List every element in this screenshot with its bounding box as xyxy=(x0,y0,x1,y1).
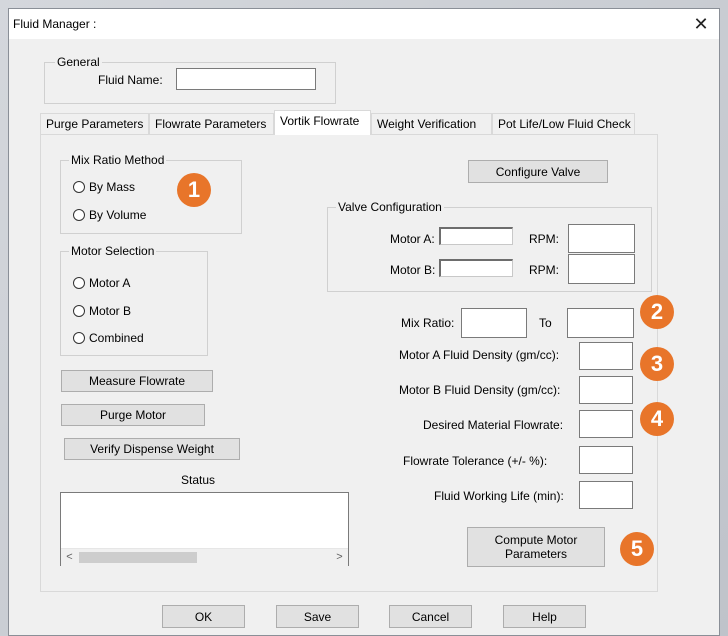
window-title: Fluid Manager : xyxy=(13,17,97,31)
valve-motor-a-field[interactable] xyxy=(439,227,513,245)
flowrate-tolerance-label: Flowrate Tolerance (+/- %): xyxy=(403,454,548,468)
motor-a-density-label: Motor A Fluid Density (gm/cc): xyxy=(399,348,560,362)
scroll-right-icon[interactable]: > xyxy=(331,549,348,566)
rpm-a-field[interactable] xyxy=(568,224,635,253)
close-icon[interactable]: ✕ xyxy=(683,9,719,39)
fluid-name-label: Fluid Name: xyxy=(98,73,163,87)
radio-by-mass-label: By Mass xyxy=(89,180,136,194)
motor-b-density-field[interactable] xyxy=(579,376,633,404)
callout-badge-5: 5 xyxy=(620,532,654,566)
motor-selection-group: Motor Selection Motor A Motor B Combined xyxy=(60,244,208,356)
radio-combined-label: Combined xyxy=(89,331,144,345)
callout-badge-4: 4 xyxy=(640,402,674,436)
tab-weight-verification[interactable]: Weight Verification xyxy=(371,113,492,134)
status-label: Status xyxy=(181,473,216,487)
general-group: General Fluid Name: xyxy=(44,55,336,104)
tab-purge-parameters[interactable]: Purge Parameters xyxy=(40,113,149,134)
radio-motor-b[interactable]: Motor B xyxy=(73,304,131,318)
save-button[interactable]: Save xyxy=(276,605,359,628)
radio-motor-b-label: Motor B xyxy=(89,304,132,318)
radio-motor-a[interactable]: Motor A xyxy=(73,276,130,290)
help-button[interactable]: Help xyxy=(503,605,586,628)
valve-configuration-label: Valve Configuration xyxy=(336,200,444,214)
motor-b-density-label: Motor B Fluid Density (gm/cc): xyxy=(399,383,561,397)
radio-circle[interactable] xyxy=(73,332,85,344)
mix-ratio-from-field[interactable] xyxy=(461,308,527,338)
valve-configuration-group: Valve Configuration Motor A: RPM: Motor … xyxy=(327,200,652,292)
radio-combined[interactable]: Combined xyxy=(73,331,144,345)
verify-dispense-weight-button[interactable]: Verify Dispense Weight xyxy=(64,438,240,460)
status-horizontal-scrollbar[interactable]: < > xyxy=(61,548,348,566)
mix-ratio-label: Mix Ratio: xyxy=(401,316,455,330)
fluid-working-life-field[interactable] xyxy=(579,481,633,509)
rpm-a-label: RPM: xyxy=(529,232,559,246)
radio-by-volume[interactable]: By Volume xyxy=(73,208,146,222)
tab-flowrate-parameters[interactable]: Flowrate Parameters xyxy=(149,113,274,134)
flowrate-tolerance-field[interactable] xyxy=(579,446,633,474)
radio-circle[interactable] xyxy=(73,181,85,193)
scroll-left-icon[interactable]: < xyxy=(61,549,78,566)
radio-circle[interactable] xyxy=(73,209,85,221)
valve-motor-b-label: Motor B: xyxy=(390,263,436,277)
cancel-button[interactable]: Cancel xyxy=(389,605,472,628)
desired-flowrate-field[interactable] xyxy=(579,410,633,438)
mix-ratio-method-label: Mix Ratio Method xyxy=(69,153,167,167)
rpm-b-label: RPM: xyxy=(529,263,559,277)
general-group-label: General xyxy=(55,55,102,69)
fluid-name-input[interactable] xyxy=(176,68,316,90)
motor-selection-label: Motor Selection xyxy=(69,244,157,258)
scroll-thumb[interactable] xyxy=(79,552,197,563)
callout-badge-1: 1 xyxy=(177,173,211,207)
tab-vortik-flowrate[interactable]: Vortik Flowrate xyxy=(274,110,371,135)
purge-motor-button[interactable]: Purge Motor xyxy=(61,404,205,426)
ok-button[interactable]: OK xyxy=(162,605,245,628)
fluid-working-life-label: Fluid Working Life (min): xyxy=(434,489,564,503)
mix-ratio-to-field[interactable] xyxy=(567,308,634,338)
configure-valve-button[interactable]: Configure Valve xyxy=(468,160,608,183)
valve-motor-a-label: Motor A: xyxy=(390,232,435,246)
mix-ratio-to-label: To xyxy=(539,316,552,330)
radio-motor-a-label: Motor A xyxy=(89,276,131,290)
callout-badge-3: 3 xyxy=(640,347,674,381)
radio-by-volume-label: By Volume xyxy=(89,208,147,222)
mix-ratio-method-group: Mix Ratio Method By Mass By Volume xyxy=(60,153,242,234)
tab-pot-life-low-fluid-check[interactable]: Pot Life/Low Fluid Check xyxy=(492,113,635,134)
title-bar: Fluid Manager : ✕ xyxy=(9,9,719,39)
callout-badge-2: 2 xyxy=(640,295,674,329)
radio-circle[interactable] xyxy=(73,305,85,317)
measure-flowrate-button[interactable]: Measure Flowrate xyxy=(61,370,213,392)
radio-by-mass[interactable]: By Mass xyxy=(73,180,135,194)
radio-circle[interactable] xyxy=(73,277,85,289)
desired-flowrate-label: Desired Material Flowrate: xyxy=(423,418,564,432)
motor-a-density-field[interactable] xyxy=(579,342,633,370)
compute-motor-parameters-button[interactable]: Compute Motor Parameters xyxy=(467,527,605,567)
rpm-b-field[interactable] xyxy=(568,254,635,284)
valve-motor-b-field[interactable] xyxy=(439,259,513,277)
